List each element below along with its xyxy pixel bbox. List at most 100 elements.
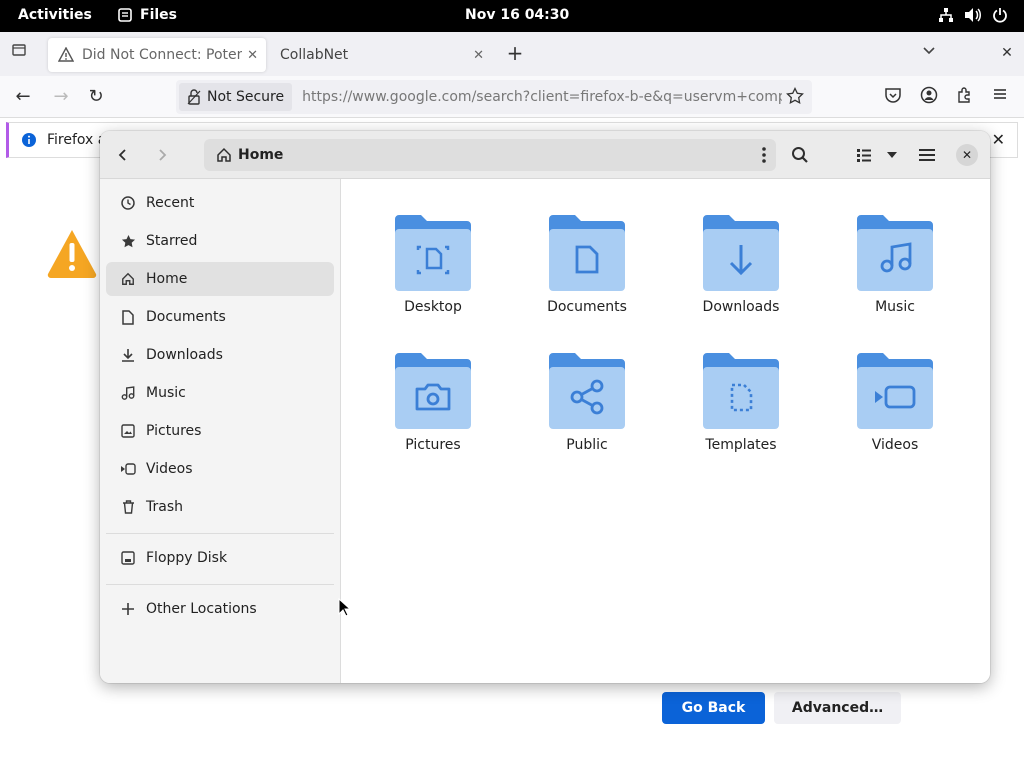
sidebar-item-pictures[interactable]: Pictures: [106, 414, 334, 448]
browser-tab-bar: Did Not Connect: Potenti ✕ CollabNet ✕ +…: [0, 32, 1024, 76]
desktop-folder-icon: [395, 215, 471, 291]
security-indicator[interactable]: Not Secure: [179, 83, 293, 111]
close-tab-icon[interactable]: ✕: [247, 48, 258, 63]
folder-downloads[interactable]: Downloads: [686, 211, 796, 315]
public-folder-icon: [549, 353, 625, 429]
main-menu-icon[interactable]: [913, 141, 941, 169]
sidebar-item-label: Downloads: [146, 347, 223, 363]
view-options-dropdown-icon[interactable]: [878, 141, 906, 169]
extensions-icon[interactable]: [954, 86, 976, 108]
close-dialog-button[interactable]: ✕: [956, 144, 978, 166]
account-icon[interactable]: [918, 86, 940, 108]
url-text[interactable]: https://www.google.com/search?client=fir…: [302, 89, 782, 105]
star-icon[interactable]: [786, 86, 804, 109]
folder-label: Pictures: [405, 437, 461, 453]
sidebar-item-documents[interactable]: Documents: [106, 300, 334, 334]
tab-collabnet[interactable]: CollabNet ✕: [270, 38, 492, 72]
close-tab-icon[interactable]: ✕: [473, 48, 484, 63]
pocket-icon[interactable]: [882, 86, 904, 108]
folder-public[interactable]: Public: [532, 349, 642, 453]
documents-folder-icon: [549, 215, 625, 291]
folder-pictures[interactable]: Pictures: [378, 349, 488, 453]
folder-documents[interactable]: Documents: [532, 211, 642, 315]
app-name: Files: [140, 7, 177, 23]
sidebar-divider: [106, 584, 334, 585]
clock[interactable]: Nov 16 04:30: [465, 7, 569, 23]
downloads-folder-icon: [703, 215, 779, 291]
clock-icon: [120, 195, 136, 211]
trash-icon: [120, 499, 136, 515]
warning-icon: [47, 230, 97, 278]
tab-did-not-connect[interactable]: Did Not Connect: Potenti ✕: [48, 38, 266, 72]
back-icon[interactable]: [109, 141, 137, 169]
network-icon: [939, 8, 953, 22]
system-tray[interactable]: [938, 7, 1008, 23]
folder-label: Desktop: [404, 299, 462, 315]
files-window: Home ✕ Recent Starred Home Documents Dow…: [100, 131, 990, 683]
power-icon: [993, 8, 1007, 23]
tab-label: Did Not Connect: Potenti: [82, 47, 242, 63]
warning-tab-icon: [58, 47, 74, 62]
app-menu[interactable]: Files: [118, 7, 177, 23]
sidebar-item-other-locations[interactable]: Other Locations: [106, 592, 334, 626]
tab-list-icon[interactable]: [8, 42, 30, 64]
folder-templates[interactable]: Templates: [686, 349, 796, 453]
files-header-bar: Home ✕: [100, 131, 990, 179]
sidebar-item-label: Pictures: [146, 423, 202, 439]
path-bar[interactable]: Home: [204, 139, 776, 171]
sidebar-item-trash[interactable]: Trash: [106, 490, 334, 524]
pictures-folder-icon: [395, 353, 471, 429]
activities-button[interactable]: Activities: [18, 7, 92, 23]
folder-label: Music: [875, 299, 915, 315]
picture-icon: [120, 423, 136, 439]
broken-lock-icon: [187, 89, 201, 105]
sidebar-item-home[interactable]: Home: [106, 262, 334, 296]
search-icon[interactable]: [786, 141, 814, 169]
mouse-pointer-icon: [338, 598, 350, 617]
sidebar-item-music[interactable]: Music: [106, 376, 334, 410]
list-view-icon[interactable]: [850, 141, 878, 169]
hamburger-menu-icon[interactable]: [989, 86, 1011, 108]
folder-music[interactable]: Music: [840, 211, 950, 315]
sidebar-item-label: Music: [146, 385, 186, 401]
document-icon: [120, 309, 136, 325]
folder-label: Documents: [547, 299, 627, 315]
forward-icon[interactable]: →: [50, 86, 72, 108]
sidebar-item-videos[interactable]: Videos: [106, 452, 334, 486]
folder-label: Templates: [705, 437, 777, 453]
url-bar[interactable]: Not Secure https://www.google.com/search…: [176, 80, 812, 114]
sidebar-item-label: Floppy Disk: [146, 550, 228, 566]
security-label: Not Secure: [207, 89, 285, 105]
location-label: Home: [238, 147, 284, 163]
folder-label: Videos: [871, 437, 919, 453]
sidebar-item-label: Home: [146, 271, 188, 287]
sidebar-item-recent[interactable]: Recent: [106, 186, 334, 220]
info-icon: [22, 133, 36, 147]
music-icon: [120, 385, 136, 401]
chevron-down-icon[interactable]: [918, 42, 940, 64]
volume-icon: [965, 8, 981, 22]
sidebar-item-label: Starred: [146, 233, 198, 249]
videos-folder-icon: [857, 353, 933, 429]
folder-label: Public: [566, 437, 608, 453]
plus-icon: [120, 601, 136, 617]
folder-desktop[interactable]: Desktop: [378, 211, 488, 315]
close-notification-icon[interactable]: ✕: [992, 130, 1005, 149]
reload-icon[interactable]: ↻: [85, 86, 107, 108]
forward-icon[interactable]: [148, 141, 176, 169]
folder-videos[interactable]: Videos: [840, 349, 950, 453]
more-options-icon[interactable]: [762, 146, 766, 168]
sidebar-item-starred[interactable]: Starred: [106, 224, 334, 258]
sidebar-item-downloads[interactable]: Downloads: [106, 338, 334, 372]
back-icon[interactable]: ←: [12, 86, 34, 108]
close-window-icon[interactable]: ✕: [996, 42, 1018, 64]
go-back-button[interactable]: Go Back: [662, 692, 765, 724]
floppy-icon: [120, 550, 136, 566]
new-tab-icon[interactable]: +: [504, 42, 526, 64]
sidebar-item-label: Documents: [146, 309, 226, 325]
home-icon: [217, 147, 231, 162]
sidebar-item-floppy-disk[interactable]: Floppy Disk: [106, 541, 334, 575]
sidebar-item-label: Trash: [146, 499, 183, 515]
templates-folder-icon: [703, 353, 779, 429]
advanced-button[interactable]: Advanced…: [774, 692, 901, 724]
